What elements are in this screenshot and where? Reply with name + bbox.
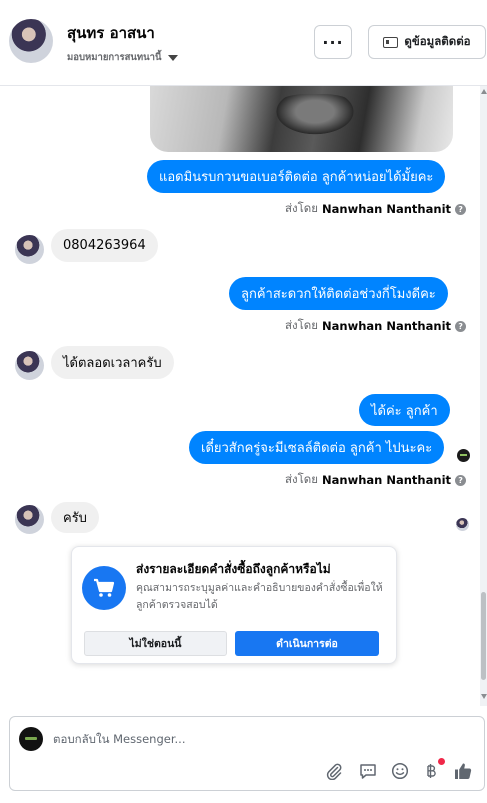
like-thumbs-up-icon[interactable] [453,761,473,781]
saved-replies-icon[interactable] [358,761,378,781]
seen-by-page-avatar [457,449,470,462]
image-attachment[interactable] [150,86,453,152]
scroll-up-arrow-icon[interactable] [481,89,487,94]
emoji-icon[interactable] [390,761,410,781]
contact-avatar-small[interactable] [15,351,44,380]
help-icon[interactable]: ? [455,203,467,215]
order-details-prompt: ส่งรายละเอียดคำสั่งซื้อถึงลูกค้าหรือไม่ … [71,546,397,664]
contact-name[interactable]: สุนทร อาสนา [67,21,155,45]
scroll-down-arrow-icon[interactable] [481,694,487,699]
message-text: 0804263964 [63,238,146,253]
view-contact-info-label: ดูข้อมูลติดต่อ [404,34,471,48]
notification-dot [438,758,445,765]
message-bubble-outgoing[interactable]: แอดมินรบกวนขอเบอร์ติดต่อ ลูกค้าหน่อยได้ม… [147,160,446,193]
message-text: ครับ [63,511,87,526]
message-scrollbar[interactable] [480,86,487,706]
sent-by-prefix: ส่งโดย [285,472,319,486]
message-text: ลูกค้าสะดวกให้ติดต่อช่วงกี่โมงดีคะ [241,287,436,302]
assign-conversation-label: มอบหมายการสนทนานี้ [67,52,162,63]
sent-by-prefix: ส่งโดย [285,201,319,215]
sent-by-info: ส่งโดย Nanwhan Nanthanit ? [285,471,467,489]
continue-button[interactable]: ดำเนินการต่อ [235,631,379,656]
contact-avatar[interactable] [9,19,53,63]
reply-composer [9,716,485,791]
more-options-button[interactable]: ··· [314,25,352,59]
message-bubble-incoming[interactable]: 0804263964 [51,229,158,262]
sent-by-prefix: ส่งโดย [285,318,319,332]
sent-by-name: Nanwhan Nanthanit [322,319,452,333]
message-bubble-outgoing[interactable]: ได้ค่ะ ลูกค้า [359,394,450,426]
view-contact-info-button[interactable]: ดูข้อมูลติดต่อ [368,25,486,59]
assign-conversation-dropdown[interactable]: มอบหมายการสนทนานี้ [67,50,178,65]
conversation-header: สุนทร อาสนา มอบหมายการสนทนานี้ ··· ดูข้อ… [0,0,487,86]
page-avatar [19,727,43,751]
sent-by-info: ส่งโดย Nanwhan Nanthanit ? [285,317,467,335]
sent-by-name: Nanwhan Nanthanit [322,202,452,216]
contact-avatar-small[interactable] [15,235,44,264]
message-bubble-outgoing[interactable]: เดี๋ยวสักครู่จะมีเซลล์ติดต่อ ลูกค้า ไปนะ… [189,431,445,464]
message-text: ได้ตลอดเวลาครับ [63,356,162,371]
shopping-cart-icon [82,566,126,610]
message-text: ได้ค่ะ ลูกค้า [371,403,438,419]
prompt-description: คุณสามารถระบุมูลค่าและคำอธิบายของคำสั่งซ… [136,582,383,611]
attachment-paperclip-icon[interactable] [324,761,344,781]
help-icon[interactable]: ? [455,320,467,332]
scrollbar-thumb[interactable] [481,592,486,680]
contact-card-icon [383,36,399,48]
caret-down-icon [167,54,178,61]
sent-by-name: Nanwhan Nanthanit [322,473,452,487]
prompt-title: ส่งรายละเอียดคำสั่งซื้อถึงลูกค้าหรือไม่ [136,562,331,576]
more-icon: ··· [322,32,344,52]
sent-by-info: ส่งโดย Nanwhan Nanthanit ? [285,200,467,218]
seen-by-contact-avatar [456,518,469,531]
message-bubble-outgoing[interactable]: ลูกค้าสะดวกให้ติดต่อช่วงกี่โมงดีคะ [229,277,448,310]
message-bubble-incoming[interactable]: ได้ตลอดเวลาครับ [51,346,174,379]
reply-input[interactable] [53,732,353,746]
message-text: แอดมินรบกวนขอเบอร์ติดต่อ ลูกค้าหน่อยได้ม… [159,170,434,185]
message-bubble-incoming[interactable]: ครับ [51,502,99,533]
not-now-button[interactable]: ไม่ใช่ตอนนี้ [84,631,227,656]
message-text: เดี๋ยวสักครู่จะมีเซลล์ติดต่อ ลูกค้า ไปนะ… [201,441,433,456]
contact-avatar-small[interactable] [15,505,44,534]
baht-payment-icon[interactable] [421,761,441,781]
help-icon[interactable]: ? [455,474,467,486]
